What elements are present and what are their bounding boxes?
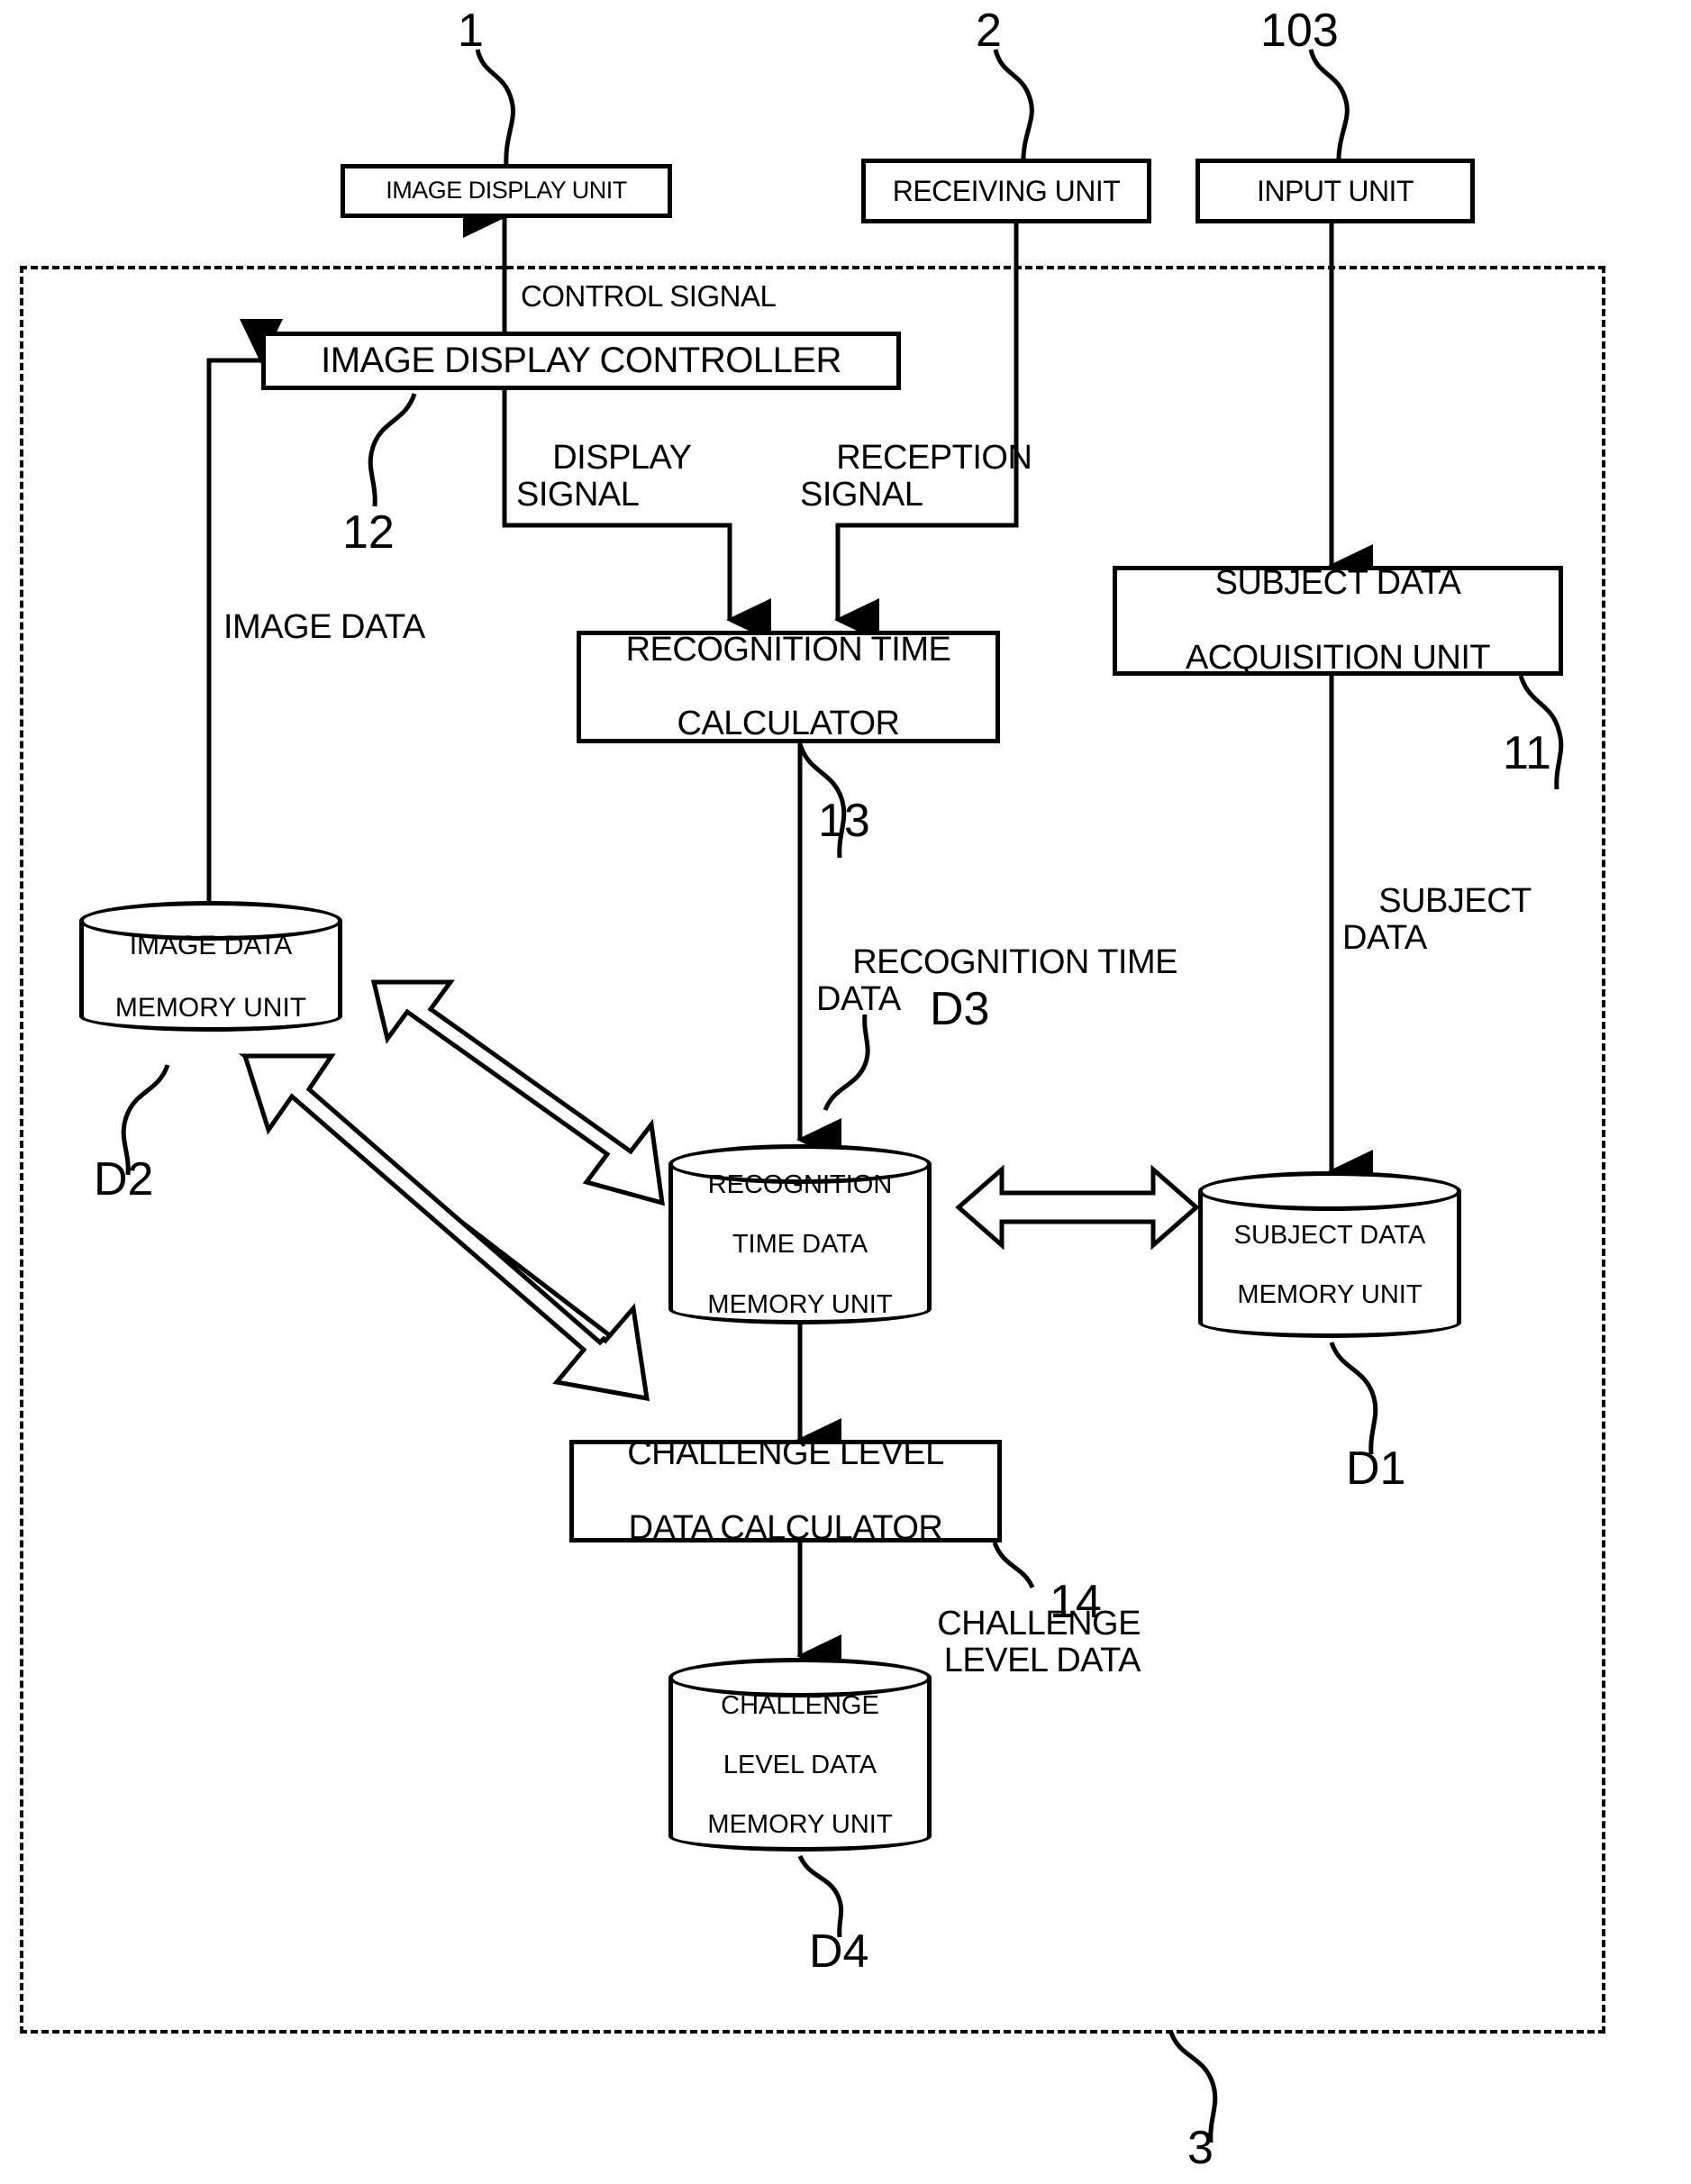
recognition-time-calculator-label: RECOGNITION TIME CALCULATOR (625, 630, 951, 743)
subject-data-label: SUBJECT DATA (1342, 882, 1532, 957)
recognition-time-data-memory-unit-label: RECOGNITION TIME DATA MEMORY UNIT (707, 1170, 893, 1319)
image-display-unit-box[interactable]: IMAGE DISPLAY UNIT (341, 164, 672, 218)
subject-data-memory-unit-label: SUBJECT DATA MEMORY UNIT (1233, 1220, 1426, 1310)
subject-data-acquisition-unit-box[interactable]: SUBJECT DATA ACQUISITION UNIT (1113, 564, 1563, 677)
image-data-memory-unit-label: IMAGE DATA MEMORY UNIT (114, 931, 307, 1023)
challenge-level-data-memory-unit-cylinder[interactable]: CHALLENGE LEVEL DATA MEMORY UNIT (668, 1658, 932, 1852)
ref-D1: D1 (1346, 1442, 1406, 1495)
challenge-level-data-memory-unit-label: CHALLENGE LEVEL DATA MEMORY UNIT (707, 1690, 893, 1840)
ref-1: 1 (458, 5, 484, 57)
reception-signal-label: RECEPTION SIGNAL (800, 439, 1032, 514)
subject-data-memory-unit-cylinder[interactable]: SUBJECT DATA MEMORY UNIT (1198, 1171, 1461, 1338)
receiving-unit-label: RECEIVING UNIT (892, 174, 1121, 207)
image-data-memory-unit-cylinder[interactable]: IMAGE DATA MEMORY UNIT (79, 901, 342, 1032)
subject-data-acquisition-unit-label: SUBJECT DATA ACQUISITION UNIT (1185, 564, 1491, 677)
ref-12: 12 (342, 506, 395, 559)
image-display-controller-label: IMAGE DISPLAY CONTROLLER (321, 340, 841, 380)
input-unit-box[interactable]: INPUT UNIT (1196, 159, 1475, 223)
ref-D4: D4 (809, 1925, 869, 1978)
ref-3: 3 (1187, 2122, 1214, 2174)
display-signal-label: DISPLAY SIGNAL (516, 439, 692, 514)
image-data-label: IMAGE DATA (223, 608, 425, 646)
image-display-controller-box[interactable]: IMAGE DISPLAY CONTROLLER (261, 332, 901, 390)
ref-D2: D2 (94, 1153, 154, 1206)
image-display-unit-label: IMAGE DISPLAY UNIT (386, 177, 627, 205)
input-unit-label: INPUT UNIT (1257, 174, 1414, 207)
cylinder-top-ellipse (1198, 1171, 1461, 1211)
ref-2: 2 (976, 5, 1002, 57)
recognition-time-calculator-box[interactable]: RECOGNITION TIME CALCULATOR (577, 631, 1000, 743)
ref-103: 103 (1260, 5, 1339, 57)
recognition-time-data-memory-unit-cylinder[interactable]: RECOGNITION TIME DATA MEMORY UNIT (668, 1144, 932, 1324)
challenge-level-data-calculator-label: CHALLENGE LEVEL DATA CALCULATOR (627, 1434, 944, 1547)
ref-13: 13 (818, 795, 870, 847)
patent-figure-canvas: IMAGE DISPLAY UNIT 1 RECEIVING UNIT 2 IN… (0, 0, 1691, 2184)
challenge-level-data-label: CHALLENGE LEVEL DATA (937, 1605, 1141, 1679)
receiving-unit-box[interactable]: RECEIVING UNIT (861, 159, 1151, 223)
control-signal-label: CONTROL SIGNAL (521, 279, 777, 313)
challenge-level-data-calculator-box[interactable]: CHALLENGE LEVEL DATA CALCULATOR (569, 1435, 1002, 1546)
ref-11: 11 (1503, 727, 1551, 779)
recognition-time-data-label: RECOGNITION TIME DATA (816, 943, 1177, 1018)
